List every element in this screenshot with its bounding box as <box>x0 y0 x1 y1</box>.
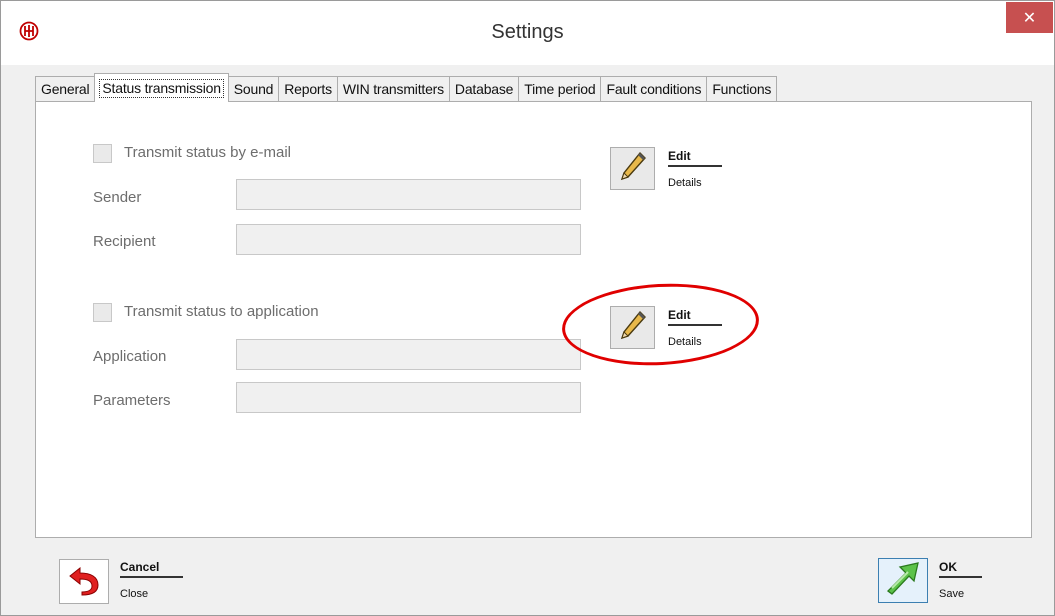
application-checkbox[interactable] <box>93 303 112 322</box>
sender-label: Sender <box>93 189 142 206</box>
email-checkbox[interactable] <box>93 144 112 163</box>
cancel-title[interactable]: Cancel <box>120 560 183 578</box>
undo-arrow-icon <box>66 561 102 602</box>
recipient-field[interactable] <box>236 224 581 255</box>
recipient-label: Recipient <box>93 233 156 250</box>
application-checkbox-label: Transmit status to application <box>124 303 319 320</box>
close-button[interactable]: ✕ <box>1006 2 1053 33</box>
tab-general[interactable]: General <box>35 76 96 101</box>
tab-database[interactable]: Database <box>448 76 520 101</box>
window-title: Settings <box>491 21 564 43</box>
sender-field[interactable] <box>236 179 581 210</box>
tab-functions[interactable]: Functions <box>706 76 778 101</box>
ok-subtitle: Save <box>939 588 965 600</box>
application-label: Application <box>93 348 167 365</box>
email-edit-subtitle: Details <box>668 177 702 189</box>
ok-button[interactable] <box>878 558 928 603</box>
parameters-label: Parameters <box>93 392 171 409</box>
close-icon: ✕ <box>1022 9 1037 27</box>
cancel-subtitle: Close <box>120 588 149 600</box>
green-arrow-icon <box>884 559 922 602</box>
tab-status-transmission[interactable]: Status transmission <box>94 73 229 102</box>
email-checkbox-label: Transmit status by e-mail <box>124 144 291 161</box>
tab-sound[interactable]: Sound <box>227 76 280 101</box>
title-bar: Settings ✕ <box>1 1 1054 65</box>
parameters-field[interactable] <box>236 382 581 413</box>
application-field[interactable] <box>236 339 581 370</box>
tab-strip: General Status transmission Sound Report… <box>35 73 778 102</box>
cancel-button[interactable] <box>59 559 109 604</box>
tab-reports[interactable]: Reports <box>278 76 338 101</box>
email-edit-title[interactable]: Edit <box>668 149 722 167</box>
settings-window: Settings ✕ General Status transmission S… <box>0 0 1055 616</box>
tab-win-transmitters[interactable]: WIN transmitters <box>336 76 450 101</box>
tab-time-period[interactable]: Time period <box>518 76 602 101</box>
ok-title[interactable]: OK <box>939 560 982 578</box>
email-edit-button[interactable] <box>610 147 655 190</box>
tab-fault-conditions[interactable]: Fault conditions <box>600 76 708 101</box>
pencil-icon <box>618 150 648 187</box>
